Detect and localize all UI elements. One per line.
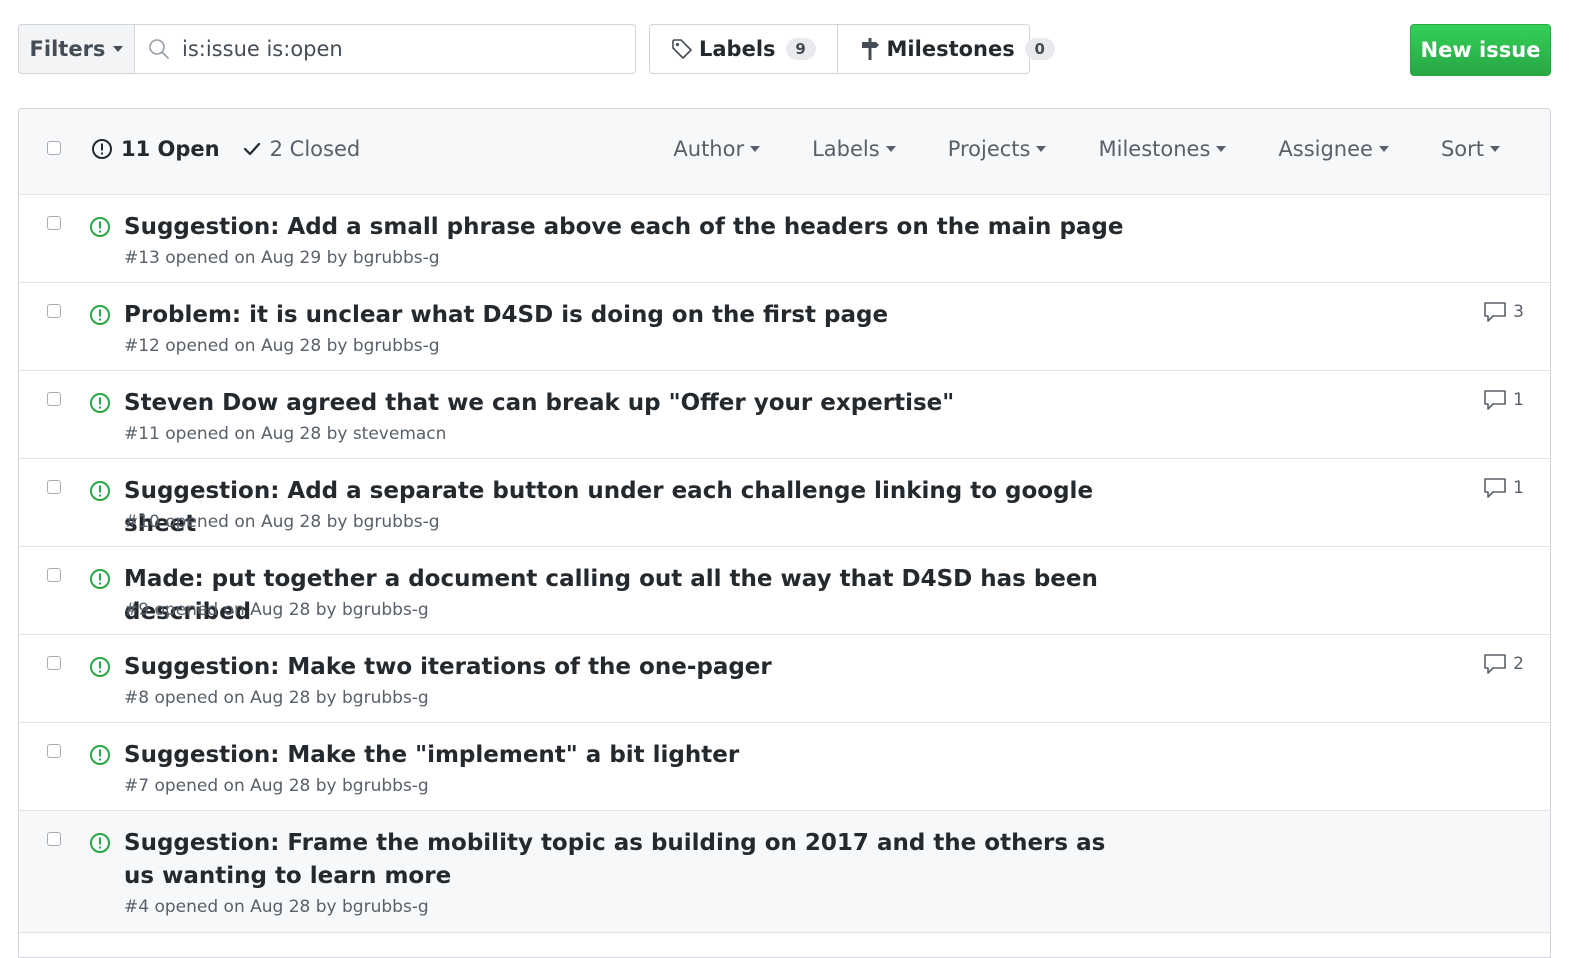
comment-icon xyxy=(1484,390,1506,410)
milestones-link[interactable]: Milestones 0 xyxy=(836,25,1076,73)
issue-meta: #10 opened on Aug 28 by bgrubbs-g xyxy=(124,512,440,532)
chevron-down-icon xyxy=(750,146,761,152)
comment-count: 1 xyxy=(1513,390,1524,410)
issue-checkbox[interactable] xyxy=(47,216,61,230)
milestones-dropdown[interactable]: Milestones xyxy=(1098,137,1227,161)
filters-label: Filters xyxy=(29,37,106,61)
issue-title-link[interactable]: Steven Dow agreed that we can break up "… xyxy=(124,387,1124,420)
sort-dropdown[interactable]: Sort xyxy=(1441,137,1500,161)
sort-dropdown-label: Sort xyxy=(1440,137,1484,161)
milestones-count-badge: 0 xyxy=(1024,38,1055,60)
closed-count-label: 2 Closed xyxy=(269,137,361,161)
issue-rows: Suggestion: Add a small phrase above eac… xyxy=(19,195,1550,933)
issue-title-link[interactable]: Suggestion: Frame the mobility topic as … xyxy=(124,827,1124,893)
chevron-down-icon xyxy=(1378,146,1389,152)
issue-checkbox[interactable] xyxy=(47,392,61,406)
assignee-dropdown[interactable]: Assignee xyxy=(1278,137,1389,161)
chevron-down-icon xyxy=(1490,146,1500,152)
comment-icon xyxy=(1484,478,1506,498)
issue-meta: #12 opened on Aug 28 by bgrubbs-g xyxy=(124,336,440,356)
issue-opened-icon xyxy=(90,393,110,413)
issue-meta: #11 opened on Aug 28 by stevemacn xyxy=(124,424,447,444)
label-milestone-nav: Labels 9 Milestones 0 xyxy=(649,24,1055,74)
search-icon xyxy=(149,39,169,59)
issue-row[interactable]: Suggestion: Frame the mobility topic as … xyxy=(19,811,1550,933)
issue-filter-dropdowns: Author Labels Projects Milestones Assign… xyxy=(673,137,1500,161)
issue-title-link[interactable]: Suggestion: Add a small phrase above eac… xyxy=(124,211,1124,244)
labels-link-label: Labels xyxy=(699,37,776,61)
milestones-link-label: Milestones xyxy=(886,37,1015,61)
comments-link[interactable]: 1 xyxy=(1483,477,1524,499)
issues-toolbar: Filters Labels 9 Milestones 0 New issue xyxy=(18,24,1551,77)
issue-list: 11 Open 2 Closed Author Labels Projects … xyxy=(18,108,1551,958)
issue-meta: #13 opened on Aug 29 by bgrubbs-g xyxy=(124,248,440,268)
author-dropdown[interactable]: Author xyxy=(673,137,761,161)
labels-dropdown-label: Labels xyxy=(812,137,880,161)
issue-opened-icon xyxy=(90,305,110,325)
milestone-icon xyxy=(861,38,879,60)
check-icon xyxy=(243,142,260,156)
issue-checkbox[interactable] xyxy=(47,568,61,582)
open-count-label: 11 Open xyxy=(121,137,220,161)
issue-row[interactable]: Problem: it is unclear what D4SD is doin… xyxy=(19,283,1550,371)
chevron-down-icon xyxy=(1216,146,1227,152)
issue-checkbox[interactable] xyxy=(47,744,61,758)
labels-link[interactable]: Labels 9 xyxy=(650,25,837,73)
issue-row[interactable]: Made: put together a document calling ou… xyxy=(19,547,1550,635)
milestones-dropdown-label: Milestones xyxy=(1098,137,1211,161)
issue-row[interactable]: Suggestion: Make two iterations of the o… xyxy=(19,635,1550,723)
comments-link[interactable]: 3 xyxy=(1483,301,1524,323)
tag-icon xyxy=(672,39,692,59)
projects-dropdown[interactable]: Projects xyxy=(948,137,1047,161)
filters-button[interactable]: Filters xyxy=(18,24,135,74)
issue-title-link[interactable]: Suggestion: Make two iterations of the o… xyxy=(124,651,1124,684)
issue-row[interactable]: Suggestion: Add a small phrase above eac… xyxy=(19,195,1550,283)
assignee-dropdown-label: Assignee xyxy=(1278,137,1373,161)
issue-row[interactable]: Suggestion: Add a separate button under … xyxy=(19,459,1550,547)
chevron-down-icon xyxy=(113,46,124,52)
issue-title-link[interactable]: Suggestion: Make the "implement" a bit l… xyxy=(124,739,1124,772)
search-input[interactable] xyxy=(180,36,624,62)
labels-count-badge: 9 xyxy=(785,38,816,60)
issue-opened-icon xyxy=(90,481,110,501)
chevron-down-icon xyxy=(1036,146,1047,152)
issue-opened-icon xyxy=(90,569,110,589)
author-dropdown-label: Author xyxy=(673,137,745,161)
issue-state-toggle: 11 Open 2 Closed xyxy=(91,137,360,161)
issue-checkbox[interactable] xyxy=(47,304,61,318)
new-issue-button[interactable]: New issue xyxy=(1410,24,1551,76)
issue-row[interactable]: Suggestion: Make the "implement" a bit l… xyxy=(19,723,1550,811)
open-issues-link[interactable]: 11 Open xyxy=(91,137,220,161)
labels-dropdown[interactable]: Labels xyxy=(812,137,896,161)
issue-meta: #9 opened on Aug 28 by bgrubbs-g xyxy=(124,600,429,620)
chevron-down-icon xyxy=(885,146,896,152)
search-field xyxy=(134,24,636,74)
issue-meta: #8 opened on Aug 28 by bgrubbs-g xyxy=(124,688,429,708)
projects-dropdown-label: Projects xyxy=(947,137,1031,161)
issue-title-link[interactable]: Problem: it is unclear what D4SD is doin… xyxy=(124,299,1124,332)
comment-count: 2 xyxy=(1513,654,1524,674)
closed-issues-link[interactable]: 2 Closed xyxy=(242,137,361,161)
issue-opened-icon xyxy=(90,745,110,765)
issue-meta: #4 opened on Aug 28 by bgrubbs-g xyxy=(124,897,429,917)
comment-icon xyxy=(1484,302,1506,322)
comments-link[interactable]: 1 xyxy=(1483,389,1524,411)
comments-link[interactable]: 2 xyxy=(1483,653,1524,675)
issue-checkbox[interactable] xyxy=(47,656,61,670)
comment-count: 3 xyxy=(1513,302,1524,322)
issue-meta: #7 opened on Aug 28 by bgrubbs-g xyxy=(124,776,429,796)
issue-checkbox[interactable] xyxy=(47,480,61,494)
issue-opened-icon xyxy=(90,833,110,853)
comment-count: 1 xyxy=(1513,478,1524,498)
issue-row[interactable]: Steven Dow agreed that we can break up "… xyxy=(19,371,1550,459)
issue-list-header: 11 Open 2 Closed Author Labels Projects … xyxy=(19,109,1550,195)
issue-checkbox[interactable] xyxy=(47,832,61,846)
issue-opened-icon xyxy=(90,657,110,677)
issue-opened-icon xyxy=(90,217,110,237)
comment-icon xyxy=(1484,654,1506,674)
select-all-checkbox[interactable] xyxy=(47,141,61,155)
issue-opened-icon xyxy=(92,139,112,159)
